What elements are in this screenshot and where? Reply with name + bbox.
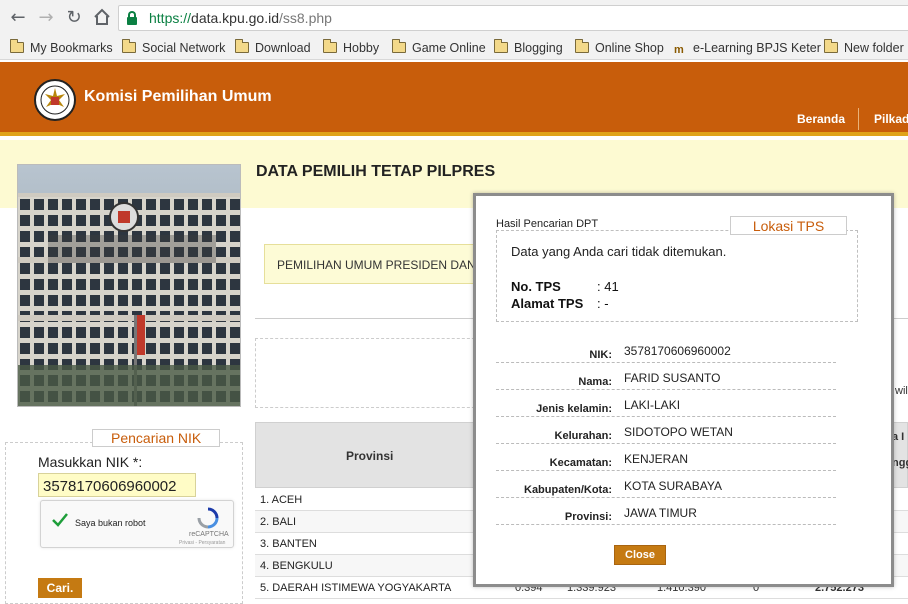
bookmark-hobby[interactable]: Hobby [322, 39, 379, 57]
not-found-message: Data yang Anda cari tidak ditemukan. [511, 244, 727, 259]
no-tps-row: No. TPS: 41 [511, 279, 619, 294]
nav-divider [858, 108, 859, 130]
checkmark-icon[interactable] [51, 511, 69, 529]
back-arrow-icon[interactable]: ← [8, 8, 28, 28]
elearning-icon: m [674, 44, 684, 56]
nik-label: Masukkan NIK *: [38, 454, 143, 470]
address-bar[interactable]: https://data.kpu.go.id/ss8.php [118, 5, 908, 31]
page-heading: DATA PEMILIH TETAP PILPRES [256, 163, 496, 180]
right-text-fragment: wil [895, 385, 908, 397]
folder-icon [322, 39, 337, 53]
lock-icon [127, 11, 137, 25]
recaptcha-logo-icon [197, 507, 219, 529]
bookmark-new-folder[interactable]: New folder [823, 39, 904, 57]
bookmark-blogging[interactable]: Blogging [493, 39, 563, 57]
folder-icon [574, 39, 589, 53]
provinsi-field-label: Provinsi: [564, 511, 612, 523]
bookmark-online-shop[interactable]: Online Shop [574, 39, 664, 57]
modal-subtitle: Hasil Pencarian DPT [496, 218, 599, 230]
folder-icon [121, 39, 136, 53]
bookmark-game-online[interactable]: Game Online [391, 39, 486, 57]
captcha-label: Saya bukan robot [75, 518, 146, 528]
field-divider [496, 443, 836, 444]
bookmark-elearning-bpjs[interactable]: m e-Learning BPJS Keter [674, 39, 821, 57]
kpu-logo-icon[interactable] [34, 76, 76, 124]
header-provinsi: Provinsi [346, 449, 394, 463]
folder-icon [823, 39, 838, 53]
nav-pilkada[interactable]: Pilkad [874, 112, 908, 126]
site-title: Komisi Pemilihan Umum [84, 88, 272, 105]
nama-field-label: Nama: [578, 376, 612, 388]
folder-icon [9, 39, 24, 53]
nik-field-label: NIK: [589, 349, 612, 361]
captcha-brand: reCAPTCHA [189, 531, 229, 538]
kecamatan-field-value: KENJERAN [624, 452, 689, 466]
field-divider [496, 470, 836, 471]
kpu-page: ← → ↻ https://data.kpu.go.id/ss8.php My … [0, 0, 908, 604]
field-divider [496, 389, 836, 390]
jenis-kelamin-field-label: Jenis kelamin: [536, 403, 612, 415]
home-icon[interactable] [92, 8, 112, 28]
tps-location-legend: Lokasi TPS [730, 216, 847, 235]
field-divider [496, 524, 836, 525]
captcha-privacy[interactable]: Privasi - Persyaratan [179, 540, 225, 546]
nama-field-value: FARID SUSANTO [624, 371, 721, 385]
folder-icon [493, 39, 508, 53]
bookmarks-bar: My Bookmarks Social Network Download Hob… [0, 36, 908, 60]
bookmark-social-network[interactable]: Social Network [121, 39, 225, 57]
kecamatan-field-label: Kecamatan: [549, 457, 612, 469]
nik-search-legend: Pencarian NIK [92, 429, 221, 447]
kabupaten-kota-field-label: Kabupaten/Kota: [524, 484, 612, 496]
recaptcha-widget[interactable]: Saya bukan robot reCAPTCHA Privasi - Per… [40, 500, 234, 548]
bookmark-download[interactable]: Download [234, 39, 311, 57]
kabupaten-kota-field-value: KOTA SURABAYA [624, 479, 723, 493]
reload-icon[interactable]: ↻ [64, 8, 84, 28]
url-text: https://data.kpu.go.id/ss8.php [149, 10, 332, 26]
result-modal: Hasil Pencarian DPT Lokasi TPS Data yang… [473, 193, 894, 587]
kelurahan-field-value: SIDOTOPO WETAN [624, 425, 733, 439]
nav-beranda[interactable]: Beranda [797, 112, 845, 126]
alamat-tps-row: Alamat TPS: - [511, 296, 609, 311]
header-fragment: ngg [892, 457, 908, 469]
kelurahan-field-label: Kelurahan: [554, 430, 612, 442]
nik-field-value: 3578170606960002 [624, 344, 731, 358]
folder-icon [391, 39, 406, 53]
field-divider [496, 362, 836, 363]
search-button[interactable]: Cari. [38, 578, 82, 598]
close-button[interactable]: Close [614, 545, 666, 565]
folder-icon [234, 39, 249, 53]
filter-box [255, 338, 485, 408]
field-divider [496, 416, 836, 417]
provinsi-field-value: JAWA TIMUR [624, 506, 697, 520]
browser-toolbar: ← → ↻ https://data.kpu.go.id/ss8.php [0, 0, 908, 36]
kpu-building-photo [17, 164, 241, 407]
bookmark-my-bookmarks[interactable]: My Bookmarks [9, 39, 113, 57]
forward-arrow-icon[interactable]: → [36, 8, 56, 28]
field-divider [496, 497, 836, 498]
site-header: Komisi Pemilihan Umum Beranda Pilkad [0, 62, 908, 136]
jenis-kelamin-field-value: LAKI-LAKI [624, 398, 681, 412]
nik-input[interactable] [38, 473, 196, 497]
